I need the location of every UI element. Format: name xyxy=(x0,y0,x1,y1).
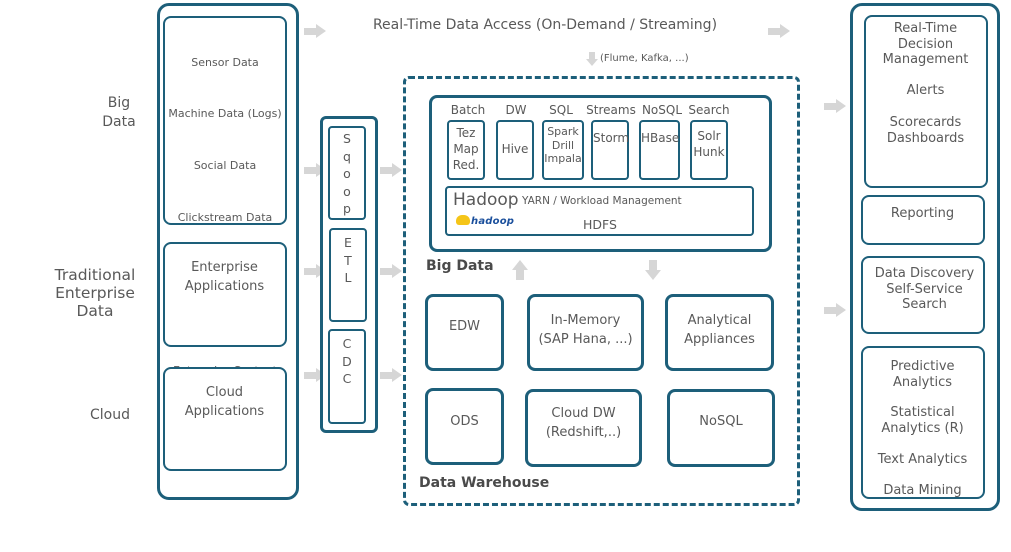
data-discovery-box: Data Discovery Self-Service Search xyxy=(861,256,985,334)
engine-box-search: Solr Hunk xyxy=(690,120,728,180)
streaming-tools-label: (Flume, Kafka, ...) xyxy=(600,53,689,64)
arrow-right-icon xyxy=(768,24,790,38)
dw-component-label: EDW xyxy=(448,319,481,334)
cdc-box: C D C xyxy=(328,329,366,424)
engine-box-batch: Tez Map Red. xyxy=(447,120,485,180)
reporting-label: Reporting xyxy=(890,206,955,221)
arrow-right-icon xyxy=(380,163,402,177)
dw-component-label: NoSQL xyxy=(699,414,743,429)
consumer-item: Alerts xyxy=(906,83,945,98)
hdfs-label: HDFS xyxy=(583,217,617,232)
source-item: Sensor Data xyxy=(191,55,259,69)
arrow-down-icon xyxy=(584,52,600,72)
hadoop-logo-text: hadoop xyxy=(471,216,515,227)
enterprise-applications-box: Enterprise Applications xyxy=(163,242,287,347)
source-item: Clickstream Data xyxy=(177,210,273,224)
arrow-right-icon xyxy=(380,264,402,278)
hadoop-logo-icon: hadoop xyxy=(456,215,514,227)
cloud-applications-label: Cloud Applications xyxy=(184,385,265,419)
engine-box-dw: Hive xyxy=(496,120,534,180)
engine-tools: Solr Hunk xyxy=(693,129,725,159)
dw-component-cloud-dw: Cloud DW (Redshift,..) xyxy=(525,389,642,467)
hadoop-box: Hadoop YARN / Workload Management hadoop… xyxy=(445,186,754,236)
arrow-up-icon xyxy=(512,260,528,280)
arrow-right-icon xyxy=(304,24,326,38)
category-cloud: Cloud xyxy=(90,407,130,423)
consumer-item: Data Mining xyxy=(883,483,962,498)
dw-component-label: Cloud DW (Redshift,..) xyxy=(545,406,622,440)
dw-component-ods: ODS xyxy=(425,388,504,465)
category-big-data: Big Data xyxy=(102,95,136,130)
yarn-label: YARN / Workload Management xyxy=(522,195,682,207)
consumer-item: Real-Time Decision Management xyxy=(882,21,969,67)
consumer-item: Predictive Analytics xyxy=(890,359,955,390)
consumer-item: Text Analytics xyxy=(877,452,968,467)
dw-component-label: Analytical Appliances xyxy=(684,313,755,347)
dw-component-nosql: NoSQL xyxy=(667,389,775,467)
engine-box-streams: Storm xyxy=(591,120,629,180)
realtime-consumers-box: Real-Time Decision Management Alerts Sco… xyxy=(864,15,988,188)
engine-tools: Hive xyxy=(501,142,529,156)
realtime-data-access-title: Real-Time Data Access (On-Demand / Strea… xyxy=(372,17,718,33)
engine-tools: HBase xyxy=(641,131,680,145)
engine-category: DW xyxy=(505,103,527,117)
big-data-label: Big Data xyxy=(426,258,494,274)
engine-tools: Tez Map Red. xyxy=(452,126,480,172)
analytics-box: Predictive Analytics Statistical Analyti… xyxy=(861,346,985,499)
dw-component-in-memory: In-Memory (SAP Hana, ...) xyxy=(527,294,644,371)
sqoop-box: S q o o p xyxy=(328,126,366,220)
cdc-label: C D C xyxy=(342,336,352,386)
enterprise-applications-label: Enterprise Applications xyxy=(184,260,265,294)
reporting-box: Reporting xyxy=(861,195,985,245)
source-item: Social Data xyxy=(193,158,257,172)
engine-category: Search xyxy=(688,103,730,117)
arrow-down-icon xyxy=(645,260,661,280)
source-item: Machine Data (Logs) xyxy=(168,107,282,121)
etl-label: E T L xyxy=(344,235,352,285)
dw-component-label: ODS xyxy=(450,414,479,429)
data-warehouse-label: Data Warehouse xyxy=(419,475,550,491)
dw-component-analytical-appliances: Analytical Appliances xyxy=(665,294,774,371)
engine-box-nosql: HBase xyxy=(639,120,680,180)
sqoop-label: S q o o p xyxy=(343,131,351,216)
engine-category: Streams xyxy=(586,103,636,117)
big-data-sources-list: Sensor Data Machine Data (Logs) Social D… xyxy=(165,24,285,416)
engine-category: NoSQL xyxy=(641,103,683,117)
engine-category: SQL xyxy=(549,103,573,117)
arrow-right-icon xyxy=(380,368,402,382)
consumer-item: Scorecards Dashboards xyxy=(886,115,965,146)
consumer-item: Statistical Analytics (R) xyxy=(881,405,964,436)
big-data-sources-box: Sensor Data Machine Data (Logs) Social D… xyxy=(163,16,287,390)
engine-tools: Storm xyxy=(593,131,630,145)
dw-component-edw: EDW xyxy=(425,294,504,371)
engine-category: Batch xyxy=(450,103,486,117)
dw-component-label: In-Memory (SAP Hana, ...) xyxy=(538,313,633,347)
cloud-applications-box: Cloud Applications xyxy=(163,367,287,471)
hadoop-title: Hadoop xyxy=(453,190,519,210)
data-discovery-label: Data Discovery Self-Service Search xyxy=(874,266,975,312)
engine-tools: Spark Drill Impala xyxy=(544,125,582,165)
arrow-right-icon xyxy=(824,99,846,113)
engine-box-sql: Spark Drill Impala xyxy=(542,120,584,180)
etl-box: E T L xyxy=(329,228,367,322)
arrow-right-icon xyxy=(824,303,846,317)
category-traditional-enterprise-data: Traditional Enterprise Data xyxy=(54,266,136,320)
